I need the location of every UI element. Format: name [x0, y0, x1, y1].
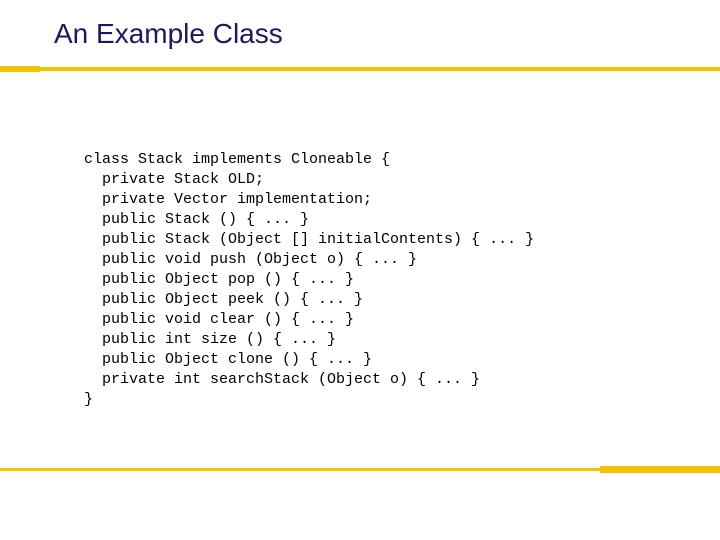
title-rule-left: [0, 66, 40, 72]
code-line: public void push (Object o) { ... }: [84, 250, 534, 270]
code-line: public int size () { ... }: [84, 330, 534, 350]
slide: An Example Class class Stack implements …: [0, 0, 720, 540]
code-line: public Stack () { ... }: [84, 210, 534, 230]
footer-rule-left: [0, 468, 600, 471]
code-line: }: [84, 391, 93, 408]
code-line: private Stack OLD;: [84, 170, 534, 190]
slide-title: An Example Class: [54, 18, 283, 50]
code-line: public void clear () { ... }: [84, 310, 534, 330]
code-line: class Stack implements Cloneable {: [84, 151, 390, 168]
code-block: class Stack implements Cloneable { priva…: [84, 130, 534, 410]
footer-rule-right: [600, 466, 720, 473]
code-line: private int searchStack (Object o) { ...…: [84, 370, 534, 390]
title-rule-right: [40, 67, 720, 71]
code-line: private Vector implementation;: [84, 190, 534, 210]
code-line: public Object peek () { ... }: [84, 290, 534, 310]
code-line: public Object clone () { ... }: [84, 350, 534, 370]
code-line: public Object pop () { ... }: [84, 270, 534, 290]
code-line: public Stack (Object [] initialContents)…: [84, 230, 534, 250]
